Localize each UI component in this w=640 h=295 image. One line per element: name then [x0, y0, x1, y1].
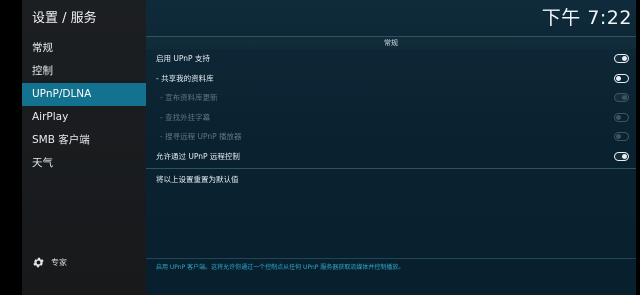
setting-label: - 查找外挂字幕: [160, 112, 211, 122]
reset-defaults-button[interactable]: 将以上设置重置为默认值: [146, 168, 636, 189]
kodi-settings-screen: 设置 / 服务 常规 控制 UPnP/DLNA AirPlay SMB 客户端 …: [0, 0, 640, 295]
setting-share-library[interactable]: - 共享我的资料库: [146, 69, 636, 89]
setting-enable-upnp[interactable]: 启用 UPnP 支持: [146, 49, 636, 69]
setting-allow-remote-control[interactable]: 允许通过 UPnP 远程控制: [146, 147, 636, 167]
sidebar-item-general[interactable]: 常规: [22, 37, 146, 60]
toggle-switch: [614, 112, 629, 122]
left-bezel: [0, 0, 22, 295]
sidebar-menu: 常规 控制 UPnP/DLNA AirPlay SMB 客户端 天气: [22, 37, 146, 175]
sidebar-item-control[interactable]: 控制: [22, 60, 146, 83]
setting-announce-library-updates: - 宣布资料库更新: [146, 88, 636, 108]
toggle-knob: [622, 95, 627, 100]
divider: [146, 258, 636, 259]
clock: 下午 7:22: [541, 7, 632, 29]
sidebar: 设置 / 服务 常规 控制 UPnP/DLNA AirPlay SMB 客户端 …: [22, 0, 146, 295]
toggle-knob: [616, 75, 621, 81]
toggle-knob: [616, 134, 621, 139]
help-text: 启用 UPnP 客户端。这将允许你通过一个控制点从任何 UPnP 服务器获取流媒…: [156, 264, 405, 271]
page-title: 设置 / 服务: [32, 11, 97, 26]
settings-level-button[interactable]: 专家: [32, 255, 67, 269]
settings-list: 常规 启用 UPnP 支持 - 共享我的资料库 - 宣布资料库更新 - 查找外挂…: [146, 36, 636, 295]
setting-label: - 宣布资料库更新: [160, 93, 218, 102]
sidebar-item-upnp-dlna[interactable]: UPnP/DLNA: [22, 83, 146, 106]
toggle-switch[interactable]: [614, 54, 629, 63]
toggle-knob: [616, 114, 621, 120]
sidebar-item-smb-client[interactable]: SMB 客户端: [22, 129, 146, 152]
settings-level-label: 专家: [51, 257, 67, 267]
sidebar-item-airplay[interactable]: AirPlay: [22, 106, 146, 129]
setting-search-remote-players: - 搜寻远程 UPnP 播放器: [146, 127, 636, 147]
toggle-knob: [622, 153, 627, 159]
toggle-switch: [614, 132, 629, 141]
setting-label: - 共享我的资料库: [156, 73, 214, 83]
gear-icon: [33, 257, 44, 267]
setting-label: - 搜寻远程 UPnP 播放器: [160, 132, 242, 141]
toggle-knob: [622, 56, 627, 61]
sidebar-item-weather[interactable]: 天气: [22, 152, 146, 175]
toggle-switch[interactable]: [614, 73, 629, 83]
toggle-switch[interactable]: [614, 151, 629, 161]
setting-look-for-subtitles: - 查找外挂字幕: [146, 108, 636, 128]
setting-label: 允许通过 UPnP 远程控制: [156, 151, 240, 161]
setting-label: 启用 UPnP 支持: [156, 54, 210, 63]
section-title: 常规: [146, 36, 636, 49]
toggle-switch: [614, 93, 629, 102]
right-bezel: [636, 0, 640, 295]
